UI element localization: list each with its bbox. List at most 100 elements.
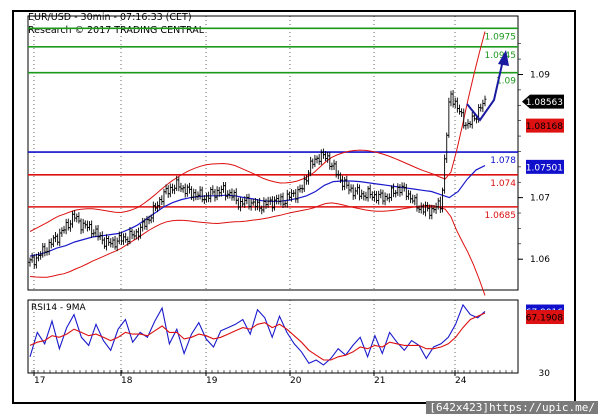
ohlc-bar — [105, 234, 109, 251]
ohlc-bar — [451, 89, 455, 108]
ohlc-bar — [345, 175, 349, 189]
forecast-arrow-line — [466, 59, 504, 122]
rsi-y-tick-label: 30 — [539, 369, 551, 379]
ohlc-bar — [94, 225, 98, 238]
ohlc-bar — [90, 220, 94, 239]
ohlc-bar — [436, 197, 440, 210]
ohlc-bar — [64, 218, 68, 235]
ohlc-bar — [364, 191, 368, 201]
ohlc-bar — [415, 193, 419, 212]
ohlc-bar — [279, 193, 283, 206]
ohlc-bar — [207, 191, 211, 203]
time-tick-label: 24 — [455, 376, 467, 386]
time-tick-label: 20 — [290, 376, 302, 386]
ohlc-bar — [41, 242, 45, 258]
ohlc-bar — [423, 201, 427, 217]
ohlc-bar — [379, 189, 383, 199]
ohlc-bar — [66, 218, 70, 231]
ohlc-bar — [236, 197, 240, 210]
ohlc-bar — [47, 239, 51, 256]
price-tag-label: 1.08563 — [526, 98, 563, 108]
ohlc-bar — [328, 151, 332, 170]
ohlc-bar — [406, 189, 410, 200]
ohlc-bar — [102, 237, 106, 249]
ohlc-bar — [34, 253, 38, 269]
y-tick-label: 1.09 — [530, 70, 550, 80]
ohlc-bar — [383, 192, 387, 206]
source-watermark: [642x423]https://upic.me/ — [426, 401, 598, 414]
ohlc-bar — [177, 176, 181, 192]
ohlc-bar — [296, 186, 300, 204]
ohlc-bar — [358, 184, 362, 201]
ohlc-bar — [241, 198, 245, 208]
ohlc-bar — [100, 231, 104, 245]
ohlc-bar — [168, 183, 172, 198]
ohlc-bar — [360, 189, 364, 200]
ohlc-bar — [245, 194, 249, 205]
time-tick-label: 19 — [206, 376, 218, 386]
ohlc-bar — [419, 202, 423, 214]
ohlc-bar — [54, 231, 58, 243]
ohlc-bar — [483, 95, 487, 107]
ohlc-bar — [273, 196, 277, 211]
ohlc-bar — [353, 187, 357, 200]
ohlc-bar — [187, 182, 191, 194]
level-label: 1.0975 — [485, 32, 517, 42]
ohlc-bar — [466, 119, 470, 129]
ohlc-bar — [32, 254, 36, 269]
ohlc-bar — [132, 230, 136, 240]
ohlc-bar — [181, 185, 185, 193]
ohlc-bar — [68, 220, 72, 232]
ohlc-bar — [313, 154, 317, 168]
ohlc-bar — [385, 193, 389, 201]
ohlc-bar — [294, 188, 298, 203]
ohlc-bar — [394, 189, 398, 198]
ohlc-bar — [37, 252, 41, 262]
ohlc-bar — [453, 97, 457, 109]
ohlc-bar — [347, 181, 351, 195]
ohlc-bar — [381, 189, 385, 205]
ohlc-bar — [321, 148, 325, 159]
ohlc-bar — [130, 228, 134, 239]
ohlc-bar — [455, 97, 459, 113]
ohlc-bar — [75, 213, 79, 223]
ohlc-bar — [377, 190, 381, 205]
ohlc-bar — [355, 183, 359, 195]
ohlc-bar — [185, 184, 189, 197]
time-tick-label: 18 — [121, 376, 133, 386]
level-label: 1.078 — [490, 156, 516, 166]
ohlc-bar — [445, 132, 449, 164]
ohlc-bar — [409, 190, 413, 204]
rsi-tag-label: 67.1908 — [526, 314, 563, 324]
ohlc-bar — [30, 252, 34, 263]
rsi-series-line — [29, 312, 486, 361]
time-tick-label: 17 — [34, 376, 45, 386]
ohlc-bar — [160, 195, 164, 205]
ohlc-bar — [88, 221, 92, 231]
ohlc-bar — [230, 188, 234, 201]
ohlc-bar — [85, 220, 89, 232]
ohlc-bar — [73, 210, 77, 222]
ohlc-bar — [372, 190, 376, 202]
ohlc-bar — [196, 191, 200, 201]
ohlc-bar — [434, 202, 438, 214]
ohlc-bar — [438, 196, 442, 213]
ohlc-bar — [224, 182, 228, 201]
ohlc-bar — [307, 169, 311, 185]
ohlc-bar — [368, 184, 372, 199]
ohlc-bar — [113, 235, 117, 250]
ohlc-bar — [51, 235, 55, 247]
ohlc-bar — [124, 232, 128, 243]
level-label: 1.074 — [490, 179, 516, 189]
ohlc-bar — [370, 191, 374, 201]
ohlc-bar — [287, 191, 291, 200]
ohlc-bar — [139, 224, 143, 239]
ohlc-bar — [77, 212, 81, 224]
ohlc-bar — [277, 194, 281, 205]
ohlc-bar — [141, 217, 145, 232]
ohlc-bar — [238, 197, 242, 212]
ohlc-bar — [400, 182, 404, 196]
ohlc-bar — [228, 189, 232, 199]
ohlc-bar — [411, 194, 415, 204]
ohlc-bar — [173, 184, 177, 195]
